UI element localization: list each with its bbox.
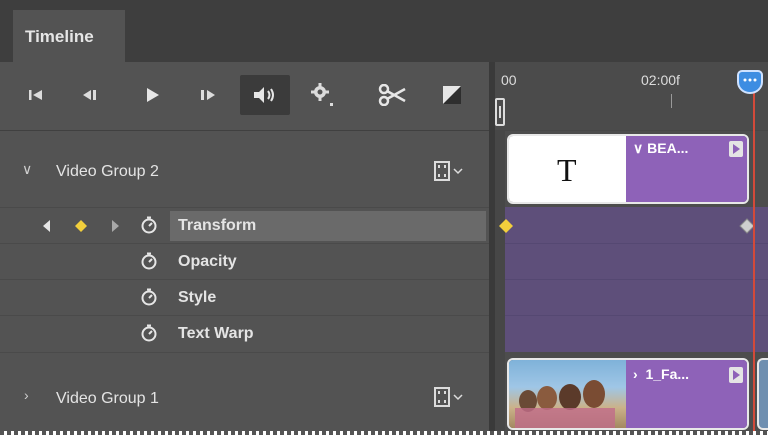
triangle-right-icon (733, 144, 740, 154)
next-clip-edge[interactable] (757, 358, 768, 430)
ruler-tick (671, 94, 672, 108)
triangle-right-icon (733, 370, 740, 380)
transition-icon (443, 86, 461, 104)
panel-tab-bar: Timeline (0, 0, 768, 62)
chevron-right-icon[interactable]: › (24, 387, 29, 403)
go-to-first-frame-button[interactable] (18, 77, 54, 113)
property-row-transform[interactable]: Transform (0, 207, 489, 243)
panel-bottom-edge (0, 431, 768, 435)
layer-row-video-group-2[interactable]: ∨ Video Group 2 (0, 131, 489, 207)
clip-title: › 1_Fa... (633, 366, 690, 382)
next-frame-button[interactable] (190, 77, 226, 113)
time-ruler[interactable]: 00 02:00f (495, 62, 768, 130)
ruler-mark-label: 02:00f (641, 72, 680, 88)
speaker-icon (254, 87, 274, 103)
property-label: Opacity (178, 253, 237, 270)
layers-pane: ∨ Video Group 2 Transform Opacity Style (0, 62, 489, 431)
add-keyframe-icon[interactable] (73, 218, 89, 234)
settings-button[interactable] (304, 77, 340, 113)
property-label: Text Warp (178, 325, 254, 342)
text-clip[interactable]: T ∨ BEA... (507, 134, 749, 204)
clip-end-tab[interactable] (729, 367, 743, 383)
property-row-text-warp[interactable]: Text Warp (0, 315, 489, 351)
property-row-style[interactable]: Style (0, 279, 489, 315)
split-at-playhead-button[interactable] (374, 77, 410, 113)
layer-row-video-group-1[interactable]: › Video Group 1 (0, 352, 489, 428)
ruler-start-label: 00 (501, 72, 517, 88)
stopwatch-icon[interactable] (140, 324, 158, 342)
previous-keyframe-icon[interactable] (42, 219, 52, 233)
playhead-handle[interactable] (737, 70, 763, 94)
film-strip-menu-icon[interactable] (434, 387, 468, 407)
timeline-panel: Timeline ∨ Video Group 2 Transform Opaci… (0, 0, 768, 431)
next-keyframe-icon[interactable] (110, 219, 120, 233)
film-strip-menu-icon[interactable] (434, 161, 468, 181)
gear-icon (311, 83, 333, 106)
stopwatch-icon[interactable] (140, 216, 158, 234)
transition-button[interactable] (434, 77, 470, 113)
playhead-dots-icon (743, 78, 757, 82)
text-layer-glyph: T (557, 152, 577, 188)
skip-to-start-icon (29, 90, 42, 100)
property-row-opacity[interactable]: Opacity (0, 243, 489, 279)
scissors-icon (378, 84, 406, 106)
chevron-down-icon[interactable]: ∨ (22, 161, 32, 178)
timeline-tab[interactable]: Timeline (13, 10, 125, 62)
clip-title: ∨ BEA... (633, 140, 689, 156)
step-forward-icon (201, 90, 215, 100)
property-label: Style (178, 289, 217, 306)
step-back-icon (83, 90, 96, 100)
work-area-start-handle[interactable] (495, 98, 505, 126)
previous-frame-button[interactable] (72, 77, 108, 113)
playhead-line (753, 86, 755, 431)
property-label: Transform (178, 217, 257, 234)
layer-label: Video Group 2 (56, 163, 159, 180)
layer-label: Video Group 1 (56, 390, 159, 407)
video-thumbnail (509, 360, 626, 428)
play-button[interactable] (134, 77, 170, 113)
stopwatch-icon[interactable] (140, 288, 158, 306)
tracks-pane: 00 02:00f T ∨ BEA... › 1_Fa... (495, 62, 768, 431)
keyframe-marker-start[interactable] (498, 218, 514, 234)
mute-audio-button[interactable] (240, 75, 290, 115)
stopwatch-icon[interactable] (140, 252, 158, 270)
clip-end-tab[interactable] (729, 141, 743, 157)
play-icon (147, 88, 159, 102)
playback-controls (0, 62, 489, 130)
video-clip[interactable]: › 1_Fa... (507, 358, 749, 430)
